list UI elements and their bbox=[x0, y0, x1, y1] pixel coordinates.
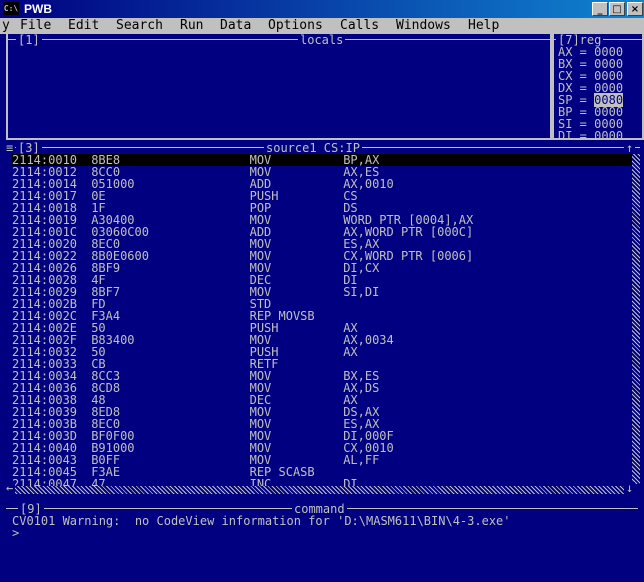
locals-title: locals bbox=[298, 33, 346, 47]
menu-file[interactable]: File bbox=[20, 18, 51, 34]
locals-window[interactable]: [1] locals bbox=[6, 34, 552, 140]
minimize-button[interactable]: _ bbox=[592, 2, 608, 16]
menu-help[interactable]: Help bbox=[468, 18, 499, 34]
menu-edit[interactable]: Edit bbox=[68, 18, 99, 34]
menu-run[interactable]: Run bbox=[180, 18, 203, 34]
command-warning-line: CV0101 Warning: no CodeView information … bbox=[12, 514, 511, 528]
title-bar: C:\ PWB _ □ × bbox=[0, 0, 644, 18]
command-window[interactable]: [9] command CV0101 Warning: no CodeView … bbox=[6, 503, 638, 582]
reg-row-di: DI = 0000 bbox=[558, 129, 624, 143]
close-button[interactable]: × bbox=[627, 2, 643, 16]
source-args: AX bbox=[343, 345, 358, 359]
menu-search[interactable]: Search bbox=[116, 18, 163, 34]
menu-calls[interactable]: Calls bbox=[340, 18, 379, 34]
source-args: SI,DI bbox=[343, 285, 380, 299]
window-title: PWB bbox=[24, 2, 52, 16]
menu-bar: y File Edit Search Run Data Options Call… bbox=[0, 18, 644, 34]
register-window[interactable]: [7]reg AX = 0000 BX = 0000 CX = 0000 DX … bbox=[552, 34, 644, 143]
cv-icon[interactable]: C:\ bbox=[3, 2, 19, 15]
scroll-down-icon[interactable]: ↓ bbox=[624, 482, 636, 494]
locals-top-border bbox=[8, 39, 550, 40]
reg-name: DI bbox=[558, 129, 573, 143]
source-args: AL,FF bbox=[343, 453, 380, 467]
menu-options[interactable]: Options bbox=[268, 18, 323, 34]
reg-value[interactable]: 0000 bbox=[594, 129, 623, 143]
source-window[interactable]: ≡ [3] source1 CS:IP ↑ 2114:0010 8BE8 MOV BP… bbox=[4, 142, 640, 494]
vertical-scrollbar[interactable] bbox=[632, 154, 640, 484]
scroll-left-icon[interactable]: ← bbox=[4, 482, 16, 494]
command-prompt[interactable]: > bbox=[12, 527, 19, 539]
scroll-up-icon[interactable]: ↑ bbox=[624, 142, 636, 154]
maximize-button[interactable]: □ bbox=[609, 2, 625, 16]
horizontal-scrollbar[interactable] bbox=[12, 486, 632, 494]
locals-number: [1] bbox=[16, 33, 42, 47]
menu-windows[interactable]: Windows bbox=[396, 18, 451, 34]
system-menu-glyph[interactable]: y bbox=[2, 18, 10, 34]
menu-data[interactable]: Data bbox=[220, 18, 251, 34]
